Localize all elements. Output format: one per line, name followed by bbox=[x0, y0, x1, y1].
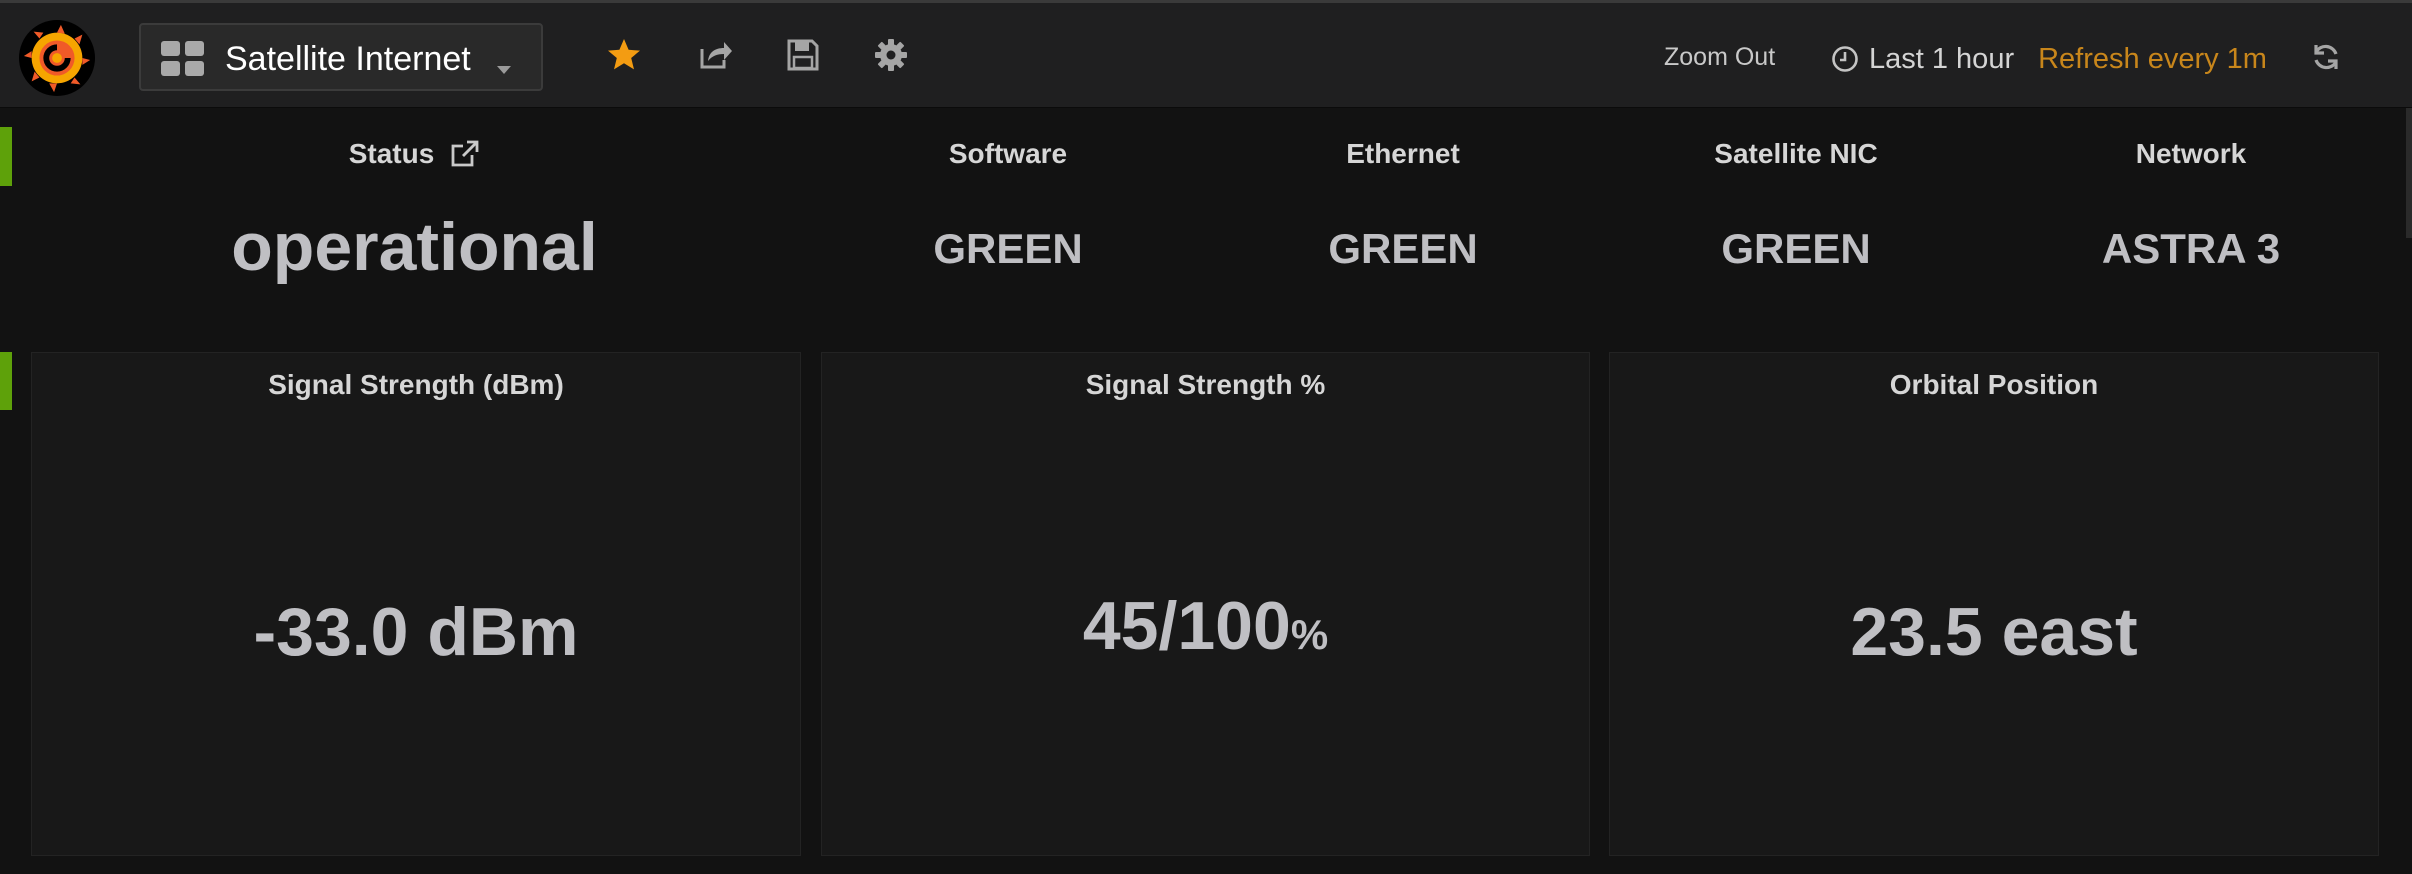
orbital-position-panel: Orbital Position 23.5 east bbox=[1609, 352, 2379, 856]
signal-strength-percent-value: 45/100 bbox=[1082, 588, 1291, 664]
satellite-nic-value: GREEN bbox=[1721, 225, 1871, 272]
row-collapse-handle[interactable] bbox=[0, 127, 12, 186]
panel-title: Satellite NIC bbox=[1714, 138, 1878, 169]
network-value: ASTRA 3 bbox=[2101, 225, 2281, 272]
satellite-nic-panel: Satellite NIC GREEN bbox=[1608, 0, 1984, 340]
signal-strength-percent-unit: % bbox=[1290, 611, 1329, 658]
orbital-position-value: 23.5 east bbox=[1850, 594, 2138, 670]
signal-strength-dbm-panel: Signal Strength (dBm) -33.0 dBm bbox=[31, 352, 801, 856]
software-panel: Software GREEN bbox=[820, 0, 1196, 340]
signal-strength-dbm-value: -33.0 dBm bbox=[253, 594, 579, 670]
network-panel: Network ASTRA 3 bbox=[2003, 0, 2379, 340]
panel-title: Signal Strength % bbox=[1085, 369, 1326, 400]
status-value: operational bbox=[231, 209, 598, 285]
status-panel: Status operational bbox=[18, 0, 811, 340]
scrollbar[interactable] bbox=[2406, 108, 2412, 238]
panel-title: Signal Strength (dBm) bbox=[268, 369, 564, 400]
panel-title: Network bbox=[2135, 138, 2247, 169]
software-value: GREEN bbox=[933, 225, 1083, 272]
row-collapse-handle[interactable] bbox=[0, 352, 12, 410]
panel-title: Software bbox=[948, 138, 1068, 169]
panel-title: Ethernet bbox=[1346, 138, 1460, 169]
signal-strength-percent-readout: 45/100% bbox=[822, 587, 1589, 665]
ethernet-panel: Ethernet GREEN bbox=[1215, 0, 1591, 340]
panel-title: Status bbox=[348, 138, 435, 169]
signal-strength-percent-panel: Signal Strength % 45/100% bbox=[821, 352, 1590, 856]
status-panel-header: Status bbox=[18, 138, 811, 170]
external-link-icon[interactable] bbox=[450, 139, 480, 169]
panel-title: Orbital Position bbox=[1889, 369, 2099, 400]
ethernet-value: GREEN bbox=[1328, 225, 1478, 272]
